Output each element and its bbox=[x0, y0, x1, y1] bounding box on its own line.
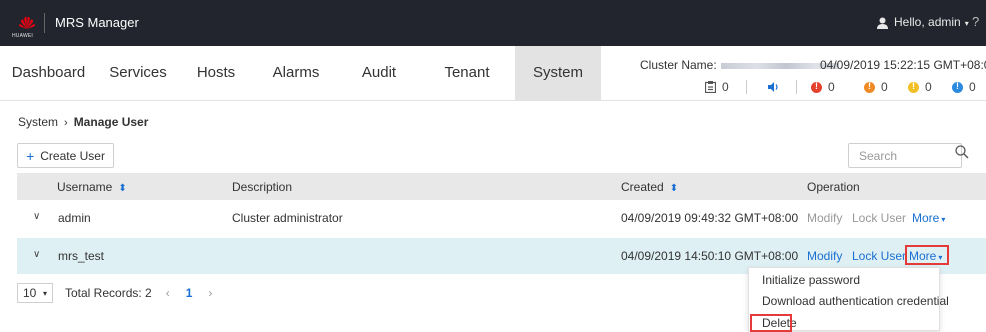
alarm-critical-icon bbox=[811, 81, 822, 93]
sort-icon[interactable]: ⬍ bbox=[670, 183, 678, 194]
tab-audit[interactable]: Audit bbox=[339, 46, 419, 100]
search-input[interactable]: Search bbox=[848, 143, 962, 168]
column-description: Description bbox=[232, 180, 293, 194]
task-status[interactable]: 0 bbox=[705, 80, 729, 94]
modify-link[interactable]: Modify bbox=[807, 249, 842, 263]
menu-item-initialize-password[interactable]: Initialize password bbox=[762, 273, 860, 287]
speaker-icon bbox=[768, 82, 778, 92]
column-username-label: Username bbox=[57, 180, 113, 194]
alarm-minor-count: 0 bbox=[925, 80, 932, 94]
cluster-name-label: Cluster Name: bbox=[640, 58, 717, 72]
cell-description: Cluster administrator bbox=[232, 211, 343, 225]
column-created-label: Created bbox=[621, 180, 664, 194]
column-username[interactable]: Username ⬍ bbox=[57, 180, 127, 194]
chevron-down-icon: ▾ bbox=[964, 19, 969, 28]
main-nav: Dashboard Services Hosts Alarms Audit Te… bbox=[0, 46, 986, 101]
cell-created: 04/09/2019 14:50:10 GMT+08:00 bbox=[621, 249, 799, 263]
clipboard-icon bbox=[705, 81, 716, 93]
alarm-critical-count: 0 bbox=[828, 80, 835, 94]
alarm-major-count: 0 bbox=[881, 80, 888, 94]
task-count: 0 bbox=[722, 80, 729, 94]
tab-alarms[interactable]: Alarms bbox=[253, 46, 339, 100]
page-number-current[interactable]: 1 bbox=[186, 286, 193, 300]
search-placeholder: Search bbox=[859, 149, 898, 163]
breadcrumb-current: Manage User bbox=[73, 115, 149, 129]
tab-dashboard[interactable]: Dashboard bbox=[0, 46, 97, 100]
modify-link: Modify bbox=[807, 211, 843, 225]
alarm-warning[interactable]: 0 bbox=[952, 80, 976, 94]
brand-divider bbox=[44, 13, 45, 33]
huawei-logo bbox=[19, 16, 35, 29]
chevron-down-icon: ▾ bbox=[941, 215, 946, 224]
user-greeting: Hello, admin bbox=[894, 15, 961, 29]
breadcrumb-parent[interactable]: System bbox=[18, 115, 58, 129]
chevron-down-icon: ▾ bbox=[42, 288, 47, 298]
table-row[interactable]: ∨ admin Cluster administrator 04/09/2019… bbox=[17, 200, 986, 236]
user-menu[interactable]: Hello, admin ▾ bbox=[877, 15, 969, 29]
create-user-label: Create User bbox=[40, 148, 105, 163]
cell-username: admin bbox=[58, 211, 91, 225]
total-records: Total Records: 2 bbox=[65, 286, 152, 300]
sort-icon[interactable]: ⬍ bbox=[118, 183, 126, 194]
page-size-value: 10 bbox=[23, 286, 37, 300]
alarm-critical[interactable]: 0 bbox=[811, 80, 835, 94]
tab-tenant[interactable]: Tenant bbox=[419, 46, 515, 100]
app-title: MRS Manager bbox=[55, 15, 139, 30]
cell-created: 04/09/2019 09:49:32 GMT+08:00 bbox=[621, 211, 799, 225]
help-icon[interactable]: ? bbox=[972, 14, 979, 29]
plus-icon: + bbox=[26, 147, 35, 164]
user-icon bbox=[877, 17, 888, 29]
status-divider bbox=[746, 80, 747, 94]
alarm-warning-icon bbox=[952, 81, 963, 93]
page-size-select[interactable]: 10 ▾ bbox=[17, 283, 53, 303]
cluster-datetime: 04/09/2019 15:22:15 GMT+08:00 bbox=[820, 58, 986, 72]
alarm-minor[interactable]: 0 bbox=[908, 80, 932, 94]
more-dropdown[interactable]: More ▾ bbox=[912, 211, 945, 225]
tab-system[interactable]: System bbox=[515, 46, 601, 100]
column-operation: Operation bbox=[807, 180, 860, 194]
status-divider-2 bbox=[796, 80, 797, 94]
speaker-status[interactable] bbox=[767, 80, 779, 94]
alarm-minor-icon bbox=[908, 81, 919, 93]
table-header: Username ⬍ Description Created ⬍ Operation bbox=[17, 173, 986, 201]
chevron-down-icon[interactable]: ∨ bbox=[33, 211, 40, 222]
lock-user-link[interactable]: Lock User bbox=[852, 249, 906, 263]
cell-username: mrs_test bbox=[58, 249, 105, 263]
chevron-right-icon: › bbox=[64, 117, 68, 129]
pagination: 10 ▾ Total Records: 2 ‹ 1 › bbox=[17, 283, 220, 303]
more-highlight-box bbox=[905, 245, 949, 265]
tab-services[interactable]: Services bbox=[97, 46, 179, 100]
menu-item-download-credential[interactable]: Download authentication credential bbox=[762, 294, 949, 308]
breadcrumb: System › Manage User bbox=[18, 115, 148, 129]
alarm-warning-count: 0 bbox=[969, 80, 976, 94]
column-created[interactable]: Created ⬍ bbox=[621, 180, 678, 194]
more-label: More bbox=[912, 211, 940, 225]
chevron-down-icon[interactable]: ∨ bbox=[33, 249, 40, 260]
next-page-button[interactable]: › bbox=[208, 286, 212, 300]
delete-highlight-box bbox=[750, 314, 792, 332]
alarm-major[interactable]: 0 bbox=[864, 80, 888, 94]
search-icon[interactable] bbox=[955, 145, 969, 159]
tab-hosts[interactable]: Hosts bbox=[179, 46, 253, 100]
top-bar: HUAWEI MRS Manager Hello, admin ▾ ? bbox=[0, 0, 986, 46]
lock-user-link: Lock User bbox=[852, 211, 907, 225]
alarm-major-icon bbox=[864, 81, 875, 93]
prev-page-button[interactable]: ‹ bbox=[166, 286, 170, 300]
create-user-button[interactable]: + Create User bbox=[17, 143, 114, 168]
logo-wordmark: HUAWEI bbox=[12, 33, 34, 39]
cluster-name: Cluster Name: bbox=[640, 58, 839, 72]
